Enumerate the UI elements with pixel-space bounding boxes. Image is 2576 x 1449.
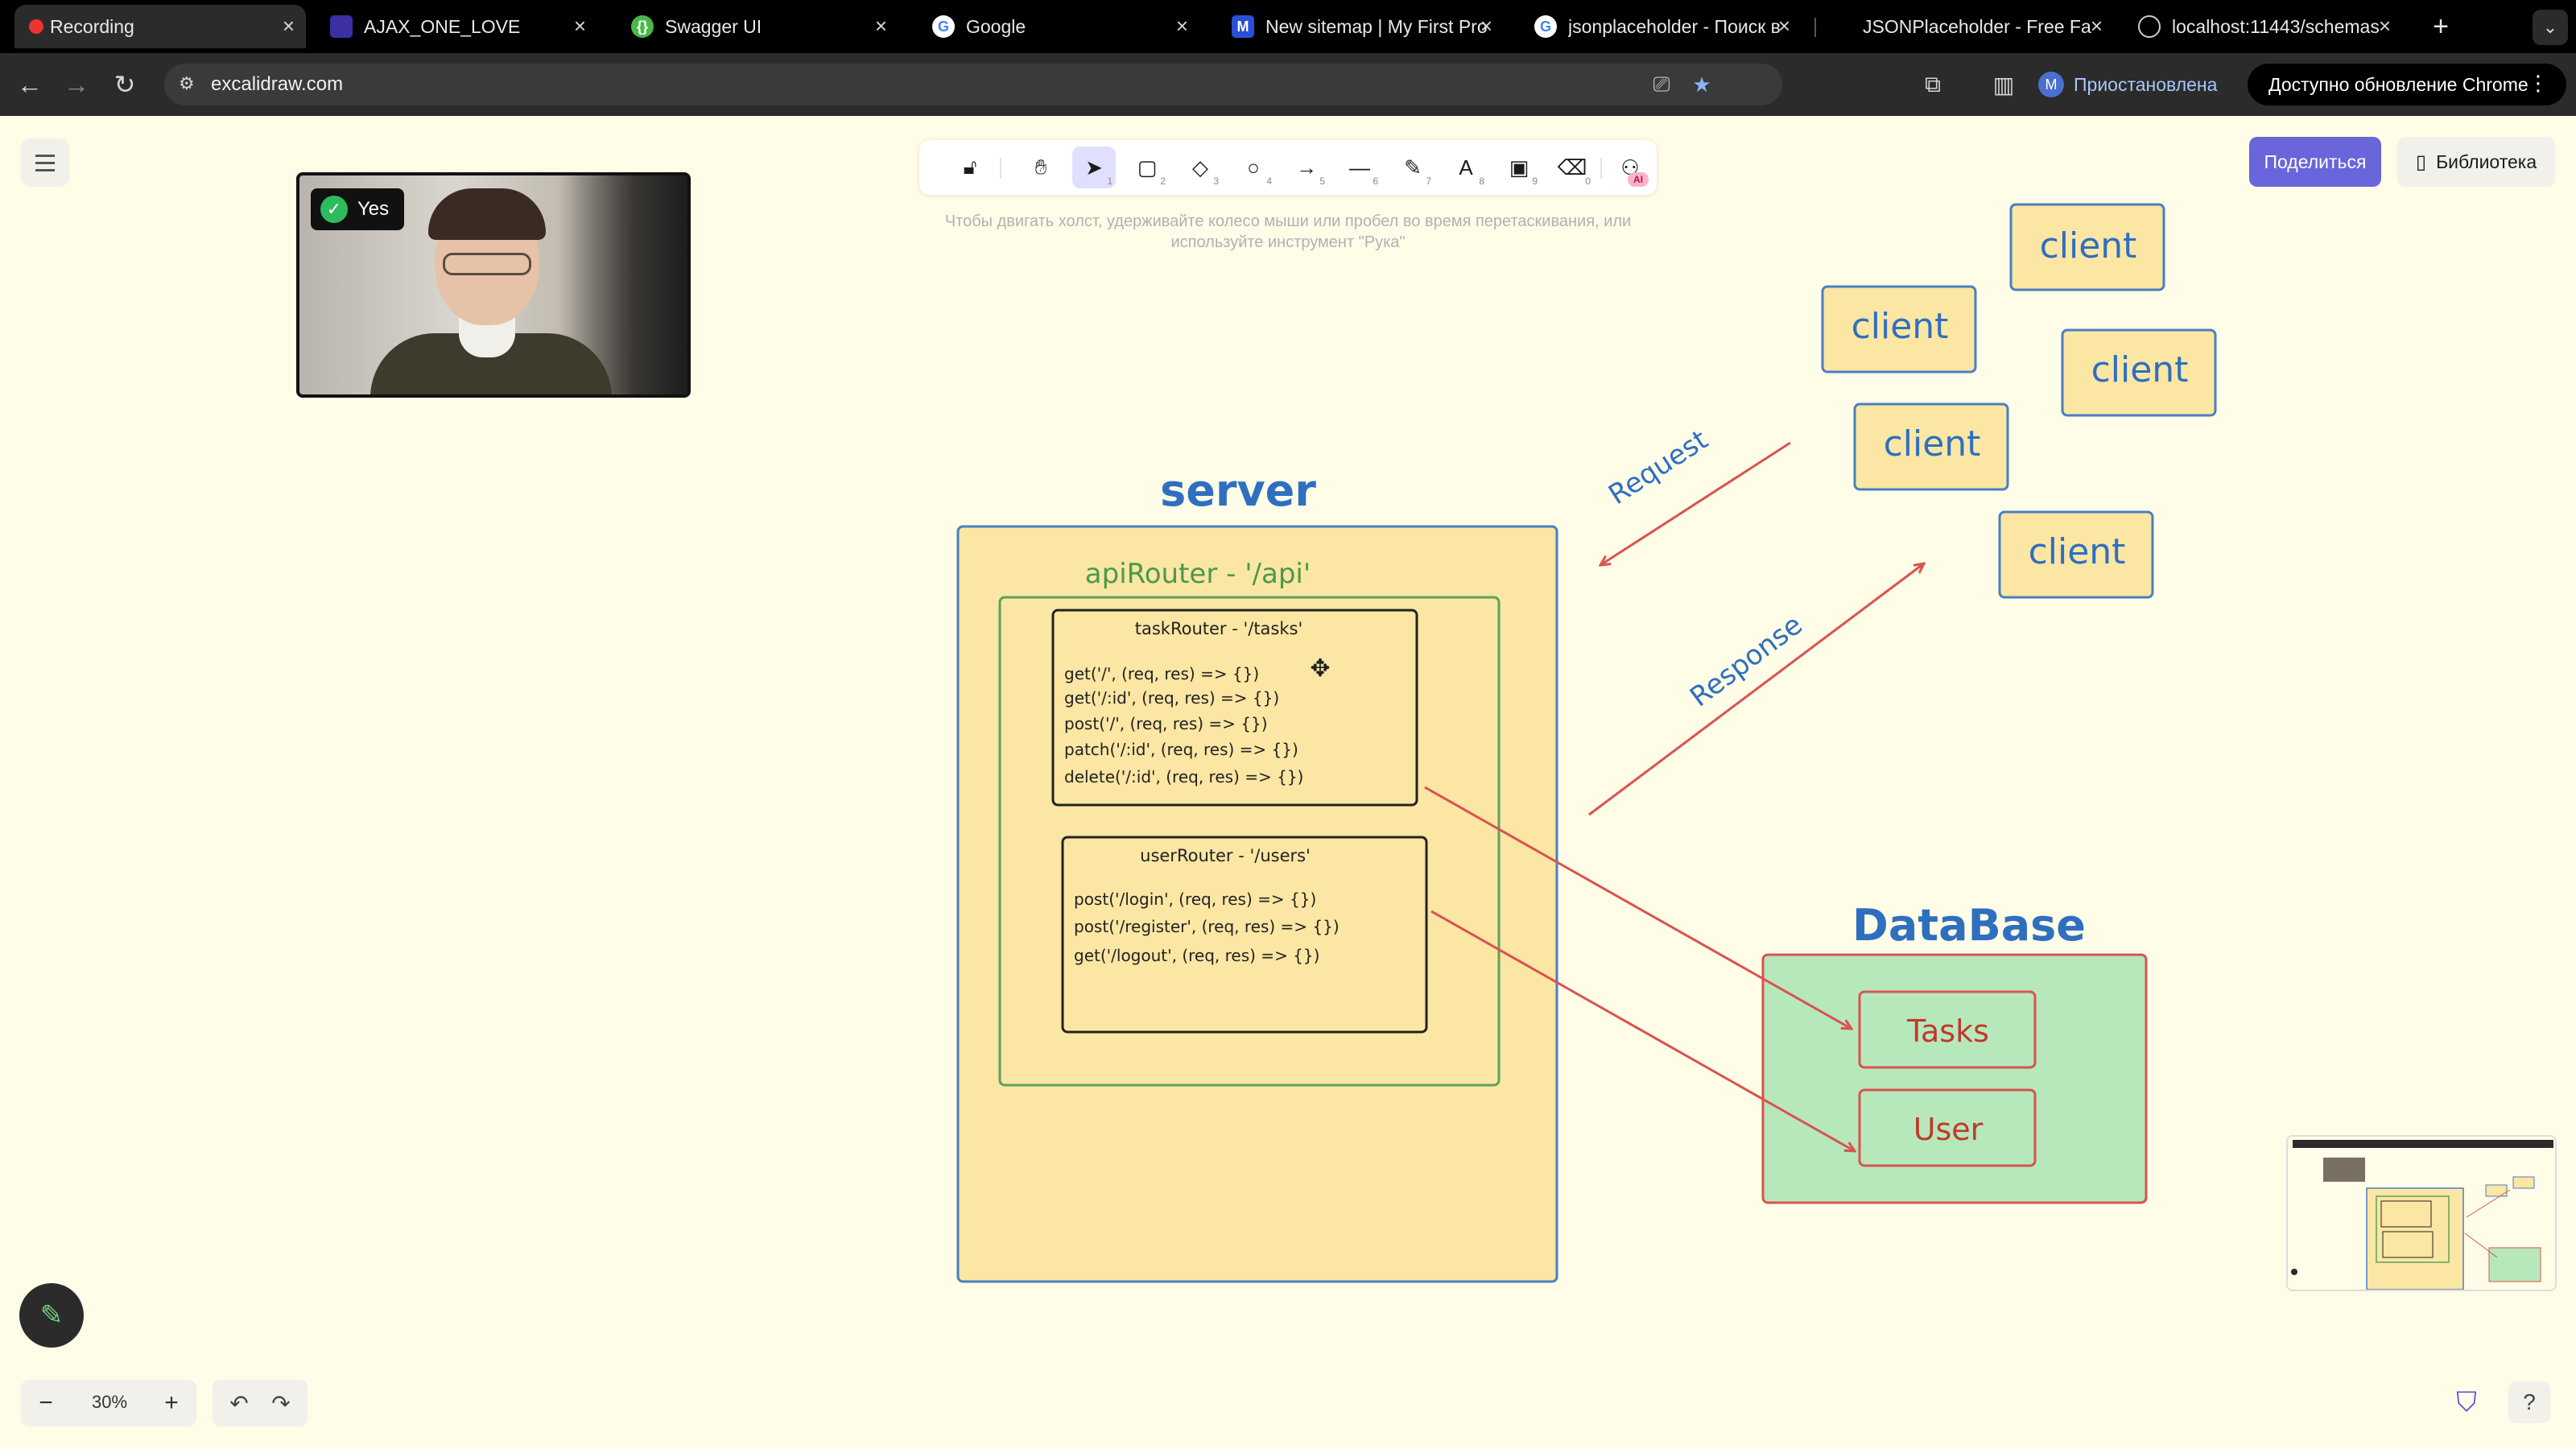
api-router-title[interactable]: apiRouter - '/api': [1085, 558, 1311, 590]
zoom-out-button[interactable]: −: [27, 1385, 64, 1422]
client-label: client: [1884, 423, 1981, 464]
library-label: Библиотека: [2436, 151, 2537, 172]
zoom-level[interactable]: 30%: [85, 1392, 134, 1413]
share-button[interactable]: Поделиться: [2249, 137, 2381, 187]
arrow-icon[interactable]: → 5: [1285, 147, 1328, 188]
library-button[interactable]: ▯ Библиотека: [2397, 137, 2555, 187]
checkmark-icon: ✓: [320, 196, 348, 223]
eraser-icon[interactable]: ⌫ 0: [1550, 147, 1594, 188]
user-router-title[interactable]: userRouter - '/users': [1140, 846, 1311, 865]
undo-icon[interactable]: ↶: [221, 1386, 258, 1420]
task-route[interactable]: get('/:id', (req, res) => {}): [1064, 688, 1279, 708]
client-label: client: [1852, 306, 1949, 347]
text-icon[interactable]: A8: [1444, 147, 1488, 188]
user-routes: post('/login', (req, res) => {}) post('/…: [1074, 890, 1340, 965]
yes-label: Yes: [357, 198, 390, 220]
user-route[interactable]: post('/register', (req, res) => {}): [1074, 917, 1340, 936]
zoom-controls: − 30% +: [21, 1380, 196, 1426]
canvas-hint: Чтобы двигать холст, удерживайте колесо …: [944, 213, 1632, 251]
more-tools-icon[interactable]: ⚇ AI: [1608, 147, 1652, 188]
undo-redo-controls: ↶ ↷: [213, 1380, 308, 1426]
yes-badge: ✓ Yes: [311, 188, 404, 230]
zoom-in-button[interactable]: +: [153, 1385, 190, 1422]
minimap[interactable]: [2286, 1135, 2557, 1291]
client-label: client: [2029, 531, 2126, 572]
request-label[interactable]: Request: [1603, 423, 1714, 511]
task-route[interactable]: patch('/:id', (req, res) => {}): [1064, 740, 1298, 759]
pencil-icon[interactable]: ✎ 7: [1391, 147, 1435, 188]
main-menu-button[interactable]: [21, 138, 69, 187]
user-route[interactable]: post('/login', (req, res) => {}): [1074, 890, 1316, 909]
pen-mode-button[interactable]: ✎: [19, 1283, 84, 1348]
hand-icon[interactable]: ✋︎: [1019, 147, 1063, 188]
selection-arrow-icon[interactable]: ➤ 1: [1072, 147, 1116, 188]
database-title[interactable]: DataBase: [1852, 900, 2086, 951]
task-route[interactable]: post('/', (req, res) => {}): [1064, 714, 1268, 733]
lock-icon[interactable]: 🔓︎: [948, 147, 992, 188]
tool-divider: [1000, 158, 1001, 179]
glasses: [443, 253, 531, 275]
task-route[interactable]: get('/', (req, res) => {}): [1064, 664, 1259, 683]
client-label: client: [2091, 349, 2189, 390]
help-icon[interactable]: ?: [2508, 1381, 2550, 1423]
diamond-icon[interactable]: ◇ 3: [1179, 147, 1222, 188]
library-book-icon: ▯: [2415, 151, 2427, 173]
hamburger-icon: [35, 152, 55, 174]
db-table-label: User: [1913, 1112, 1984, 1147]
db-table-label: Tasks: [1906, 1013, 1989, 1049]
response-arrow[interactable]: [1588, 564, 1924, 816]
task-route[interactable]: delete('/:id', (req, res) => {}): [1064, 767, 1303, 786]
task-router-title[interactable]: taskRouter - '/tasks': [1135, 619, 1303, 638]
image-icon[interactable]: ▣ 9: [1497, 147, 1541, 188]
user-route[interactable]: get('/logout', (req, res) => {}): [1074, 946, 1319, 965]
ellipse-icon[interactable]: ○ 4: [1232, 147, 1275, 188]
tool-palette: 🔓︎ ✋︎ ➤ 1 ▢ 2 ◇ 3 ○ 4 → 5 —6 ✎ 7 A8 ▣ 9 ⌫ 0 ⚇ AI: [919, 140, 1657, 195]
client-label: client: [2040, 225, 2137, 266]
redo-icon[interactable]: ↷: [262, 1386, 299, 1420]
move-cursor-icon: ✥: [1310, 655, 1330, 682]
tool-divider: [1600, 158, 1602, 179]
client-group: client client client client client: [1821, 203, 2217, 599]
pencil-icon: ✎: [39, 1300, 64, 1331]
shield-check-icon[interactable]: ⛉: [2449, 1385, 2484, 1420]
rectangle-icon[interactable]: ▢ 2: [1125, 147, 1169, 188]
server-title[interactable]: server: [1160, 465, 1316, 516]
line-icon[interactable]: —6: [1338, 147, 1381, 188]
minimap-preview: [2288, 1137, 2555, 1290]
ai-badge: AI: [1628, 172, 1649, 187]
webcam-overlay: ✓ Yes: [296, 172, 691, 398]
